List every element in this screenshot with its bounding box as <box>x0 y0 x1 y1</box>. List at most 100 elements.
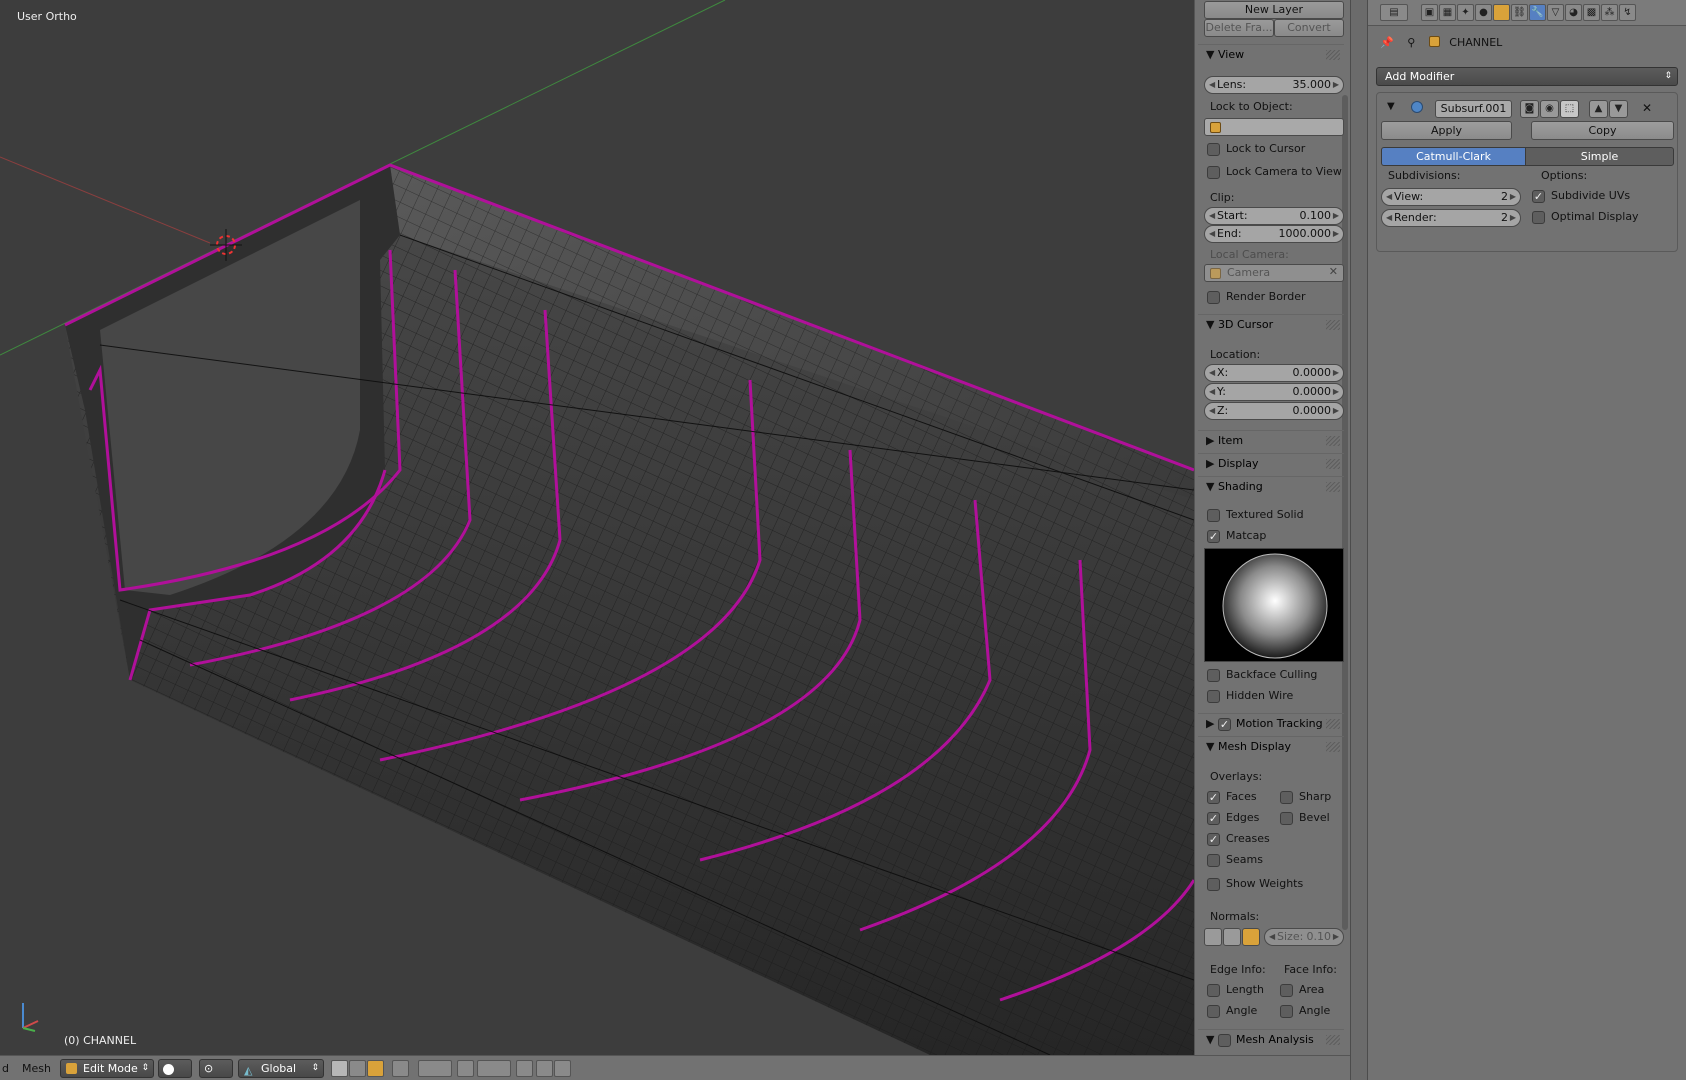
grip-icon[interactable] <box>1326 50 1340 60</box>
collapse-triangle-icon[interactable]: ▼ <box>1387 101 1395 112</box>
optimal-display-checkbox[interactable]: Optimal Display <box>1529 210 1639 226</box>
world-tab-icon[interactable]: ● <box>1475 4 1492 21</box>
cursor-x-field[interactable]: ◀ X: 0.0000 ▶ <box>1204 364 1344 382</box>
snap-element-icon[interactable] <box>477 1060 511 1077</box>
edge-angle-checkbox[interactable]: Angle <box>1204 1004 1257 1020</box>
mesh-menu[interactable]: Mesh <box>22 1059 51 1078</box>
particles-tab-icon[interactable]: ⁂ <box>1601 4 1618 21</box>
view-menu[interactable]: d <box>2 1059 9 1078</box>
opengl-render-icon[interactable] <box>516 1060 533 1077</box>
grip-icon[interactable] <box>1326 436 1340 446</box>
mesh-analysis-checkbox[interactable] <box>1218 1033 1231 1047</box>
clip-start-field[interactable]: ◀ Start: 0.100 ▶ <box>1204 207 1344 225</box>
lock-to-cursor-checkbox[interactable]: Lock to Cursor <box>1204 142 1305 158</box>
textured-solid-checkbox[interactable]: Textured Solid <box>1204 508 1304 524</box>
material-tab-icon[interactable]: ◕ <box>1565 4 1582 21</box>
grip-icon[interactable] <box>1326 320 1340 330</box>
edge-length-checkbox[interactable]: Length <box>1204 983 1264 999</box>
local-camera-field[interactable]: Camera ✕ <box>1204 264 1344 282</box>
motion-tracking-panel-header[interactable]: ▶ ✓ Motion Tracking <box>1198 713 1344 733</box>
edge-select-icon[interactable] <box>349 1060 366 1077</box>
cursor-y-field[interactable]: ◀ Y: 0.0000 ▶ <box>1204 383 1344 401</box>
transform-orientation-dropdown[interactable]: ◭ Global ⇕ <box>238 1059 324 1078</box>
vertex-normals-icon[interactable] <box>1204 928 1222 946</box>
grip-icon[interactable] <box>1326 482 1340 492</box>
delete-frame-button[interactable]: Delete Fra... <box>1204 19 1274 37</box>
modifiers-wrench-tab-icon[interactable]: 🔧 <box>1529 4 1546 21</box>
vertex-select-icon[interactable] <box>331 1060 348 1077</box>
render-border-checkbox[interactable]: Render Border <box>1204 290 1306 306</box>
clip-end-field[interactable]: ◀ End: 1000.000 ▶ <box>1204 225 1344 243</box>
move-down-icon[interactable]: ▼ <box>1609 100 1628 118</box>
backface-culling-checkbox[interactable]: Backface Culling <box>1204 668 1317 684</box>
matcap-preview[interactable] <box>1204 548 1344 662</box>
grip-icon[interactable] <box>1326 742 1340 752</box>
normals-size-field[interactable]: ◀ Size: 0.10 ▶ <box>1264 928 1344 946</box>
convert-button[interactable]: Convert <box>1274 19 1344 37</box>
hidden-wire-checkbox[interactable]: Hidden Wire <box>1204 689 1293 705</box>
remove-x-icon[interactable]: ✕ <box>1642 101 1652 115</box>
edges-checkbox[interactable]: ✓ Edges <box>1204 811 1259 827</box>
scene-tab-icon[interactable]: ✦ <box>1457 4 1474 21</box>
physics-tab-icon[interactable]: ↯ <box>1619 4 1636 21</box>
faces-checkbox[interactable]: ✓ Faces <box>1204 790 1257 806</box>
render-levels-field[interactable]: ◀ Render: 2 ▶ <box>1381 209 1521 227</box>
lock-camera-to-view-checkbox[interactable]: Lock Camera to View <box>1204 165 1342 181</box>
shading-panel-header[interactable]: ▼ Shading <box>1198 476 1344 496</box>
split-normals-icon[interactable] <box>1223 928 1241 946</box>
item-panel-header[interactable]: ▶ Item <box>1198 430 1344 450</box>
seams-checkbox[interactable]: Seams <box>1204 853 1263 869</box>
render-tab-icon[interactable]: ▣ <box>1421 4 1438 21</box>
apply-button[interactable]: Apply <box>1381 121 1512 140</box>
pin-icon[interactable]: 📌 <box>1380 36 1394 49</box>
modifier-name-field[interactable]: Subsurf.001 <box>1435 100 1512 118</box>
editor-type-icon[interactable]: ▤ <box>1380 4 1408 21</box>
3d-cursor-panel-header[interactable]: ▼ 3D Cursor <box>1198 314 1344 334</box>
copy-button[interactable]: Copy <box>1531 121 1674 140</box>
object-tab-icon[interactable] <box>1493 4 1510 21</box>
render-camera-icon[interactable]: ◙ <box>1520 100 1539 118</box>
mode-dropdown[interactable]: Edit Mode ⇕ <box>60 1059 154 1078</box>
mesh-analysis-panel-header[interactable]: ▼ Mesh Analysis <box>1198 1029 1344 1049</box>
lock-object-field[interactable] <box>1204 118 1344 136</box>
motion-tracking-checkbox[interactable]: ✓ <box>1218 717 1231 731</box>
data-tab-icon[interactable]: ▽ <box>1547 4 1564 21</box>
camera-render-icon[interactable] <box>554 1060 571 1077</box>
viewport-shading-dropdown[interactable] <box>158 1059 192 1078</box>
limit-selection-icon[interactable] <box>392 1060 409 1077</box>
move-up-icon[interactable]: ▲ <box>1589 100 1608 118</box>
clear-x-icon[interactable]: ✕ <box>1329 265 1338 278</box>
display-panel-header[interactable]: ▶ Display <box>1198 453 1344 473</box>
proportional-editing-icon[interactable] <box>418 1060 452 1077</box>
grip-icon[interactable] <box>1326 1035 1340 1045</box>
snap-toggle-icon[interactable] <box>457 1060 474 1077</box>
realtime-eye-icon[interactable]: ◉ <box>1540 100 1559 118</box>
render-anim-icon[interactable] <box>536 1060 553 1077</box>
texture-tab-icon[interactable]: ▩ <box>1583 4 1600 21</box>
view-panel-header[interactable]: ▼ View <box>1198 44 1344 64</box>
cursor-z-field[interactable]: ◀ Z: 0.0000 ▶ <box>1204 402 1344 420</box>
mesh-display-panel-header[interactable]: ▼ Mesh Display <box>1198 736 1344 756</box>
3d-viewport[interactable]: User Ortho (0) CHANNEL <box>0 0 1194 1055</box>
face-angle-checkbox[interactable]: Angle <box>1277 1004 1330 1020</box>
grip-icon[interactable] <box>1326 459 1340 469</box>
new-layer-button[interactable]: New Layer <box>1204 1 1344 19</box>
editmode-icon[interactable]: ⬚ <box>1560 100 1579 118</box>
show-weights-checkbox[interactable]: Show Weights <box>1204 877 1303 893</box>
catmull-clark-option[interactable]: Catmull-Clark <box>1381 147 1526 166</box>
area-divider[interactable] <box>1350 0 1368 1080</box>
render-layers-tab-icon[interactable]: ▦ <box>1439 4 1456 21</box>
grip-icon[interactable] <box>1326 719 1340 729</box>
lens-field[interactable]: ◀ Lens: 35.000 ▶ <box>1204 76 1344 94</box>
constraints-tab-icon[interactable]: ⛓ <box>1511 4 1528 21</box>
creases-checkbox[interactable]: ✓ Creases <box>1204 832 1270 848</box>
face-normals-icon[interactable] <box>1242 928 1260 946</box>
view-levels-field[interactable]: ◀ View: 2 ▶ <box>1381 188 1521 206</box>
face-area-checkbox[interactable]: Area <box>1277 983 1324 999</box>
bevel-checkbox[interactable]: Bevel <box>1277 811 1330 827</box>
subdivide-uvs-checkbox[interactable]: ✓ Subdivide UVs <box>1529 189 1630 205</box>
matcap-checkbox[interactable]: ✓ Matcap <box>1204 529 1266 545</box>
sharp-checkbox[interactable]: Sharp <box>1277 790 1331 806</box>
face-select-icon[interactable] <box>367 1060 384 1077</box>
pivot-point-dropdown[interactable]: ⊙ <box>199 1059 233 1078</box>
